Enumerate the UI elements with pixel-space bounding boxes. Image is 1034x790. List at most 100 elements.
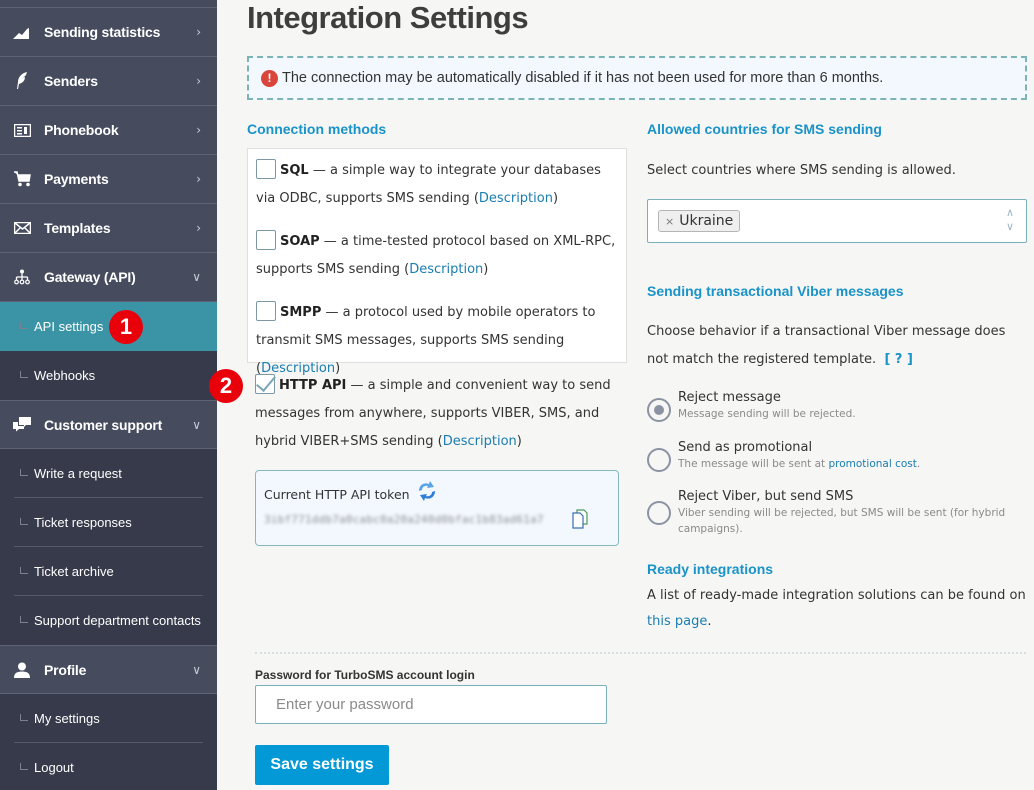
sidebar-item-phonebook[interactable]: Phonebook › bbox=[0, 106, 217, 155]
sidebar-subitem-my-settings[interactable]: My settings bbox=[0, 694, 217, 743]
ready-text: . bbox=[707, 614, 712, 629]
cart-icon bbox=[0, 171, 44, 187]
viber-description-text: Choose behavior if a transactional Viber… bbox=[647, 324, 1006, 367]
method-name: HTTP API bbox=[279, 378, 347, 393]
password-input[interactable] bbox=[255, 685, 607, 724]
http-api-checkbox[interactable] bbox=[255, 374, 275, 394]
description-link[interactable]: Description bbox=[409, 262, 483, 277]
chevron-right-icon: › bbox=[196, 25, 201, 39]
description-link[interactable]: Description bbox=[479, 191, 553, 206]
radio-reject-viber-send-sms[interactable] bbox=[647, 501, 671, 525]
radio-reject-message[interactable] bbox=[647, 398, 671, 422]
remove-tag-icon[interactable]: × bbox=[665, 215, 674, 228]
method-soap: SOAP — a time-tested protocol based on X… bbox=[256, 228, 618, 284]
sidebar-item-label: Phonebook bbox=[44, 122, 119, 138]
sidebar-subitem-label: My settings bbox=[34, 711, 100, 726]
viber-heading: Sending transactional Viber messages bbox=[647, 283, 904, 299]
envelope-icon bbox=[0, 222, 44, 234]
sidebar-item-label: Payments bbox=[44, 171, 109, 187]
tree-corner-icon bbox=[20, 616, 28, 623]
tree-corner-icon bbox=[20, 371, 28, 378]
sidebar-item-senders[interactable]: Senders › bbox=[0, 57, 217, 106]
chat-icon bbox=[0, 417, 44, 432]
refresh-token-icon[interactable] bbox=[416, 480, 438, 502]
sidebar-item-label: Gateway (API) bbox=[44, 269, 136, 285]
sidebar-item-gateway-api[interactable]: Gateway (API) ∨ bbox=[0, 253, 217, 302]
chevron-down-icon: ∨ bbox=[192, 417, 201, 432]
option-desc: Viber sending will be rejected, but SMS … bbox=[678, 507, 1006, 535]
tree-corner-icon bbox=[20, 322, 28, 329]
sidebar-subitem-logout[interactable]: Logout bbox=[0, 743, 217, 790]
help-link[interactable]: [ ? ] bbox=[884, 352, 912, 367]
chevron-right-icon: › bbox=[196, 172, 201, 186]
option-reject-message[interactable]: Reject message Message sending will be r… bbox=[647, 390, 856, 422]
annotation-badge-1: 1 bbox=[109, 310, 143, 344]
countries-select[interactable]: × Ukraine ∧ ∨ bbox=[647, 199, 1027, 243]
feather-icon bbox=[0, 72, 44, 90]
this-page-link[interactable]: this page bbox=[647, 614, 707, 629]
sidebar-item-customer-support[interactable]: Customer support ∨ bbox=[0, 400, 217, 449]
tree-corner-icon bbox=[20, 714, 28, 721]
sidebar-subitem-webhooks[interactable]: Webhooks bbox=[0, 351, 217, 400]
sidebar-subitem-api-settings[interactable]: API settings 1 bbox=[0, 302, 217, 351]
annotation-badge-2: 2 bbox=[209, 369, 243, 403]
tree-corner-icon bbox=[20, 518, 28, 525]
radio-send-promotional[interactable] bbox=[647, 448, 671, 472]
ready-integrations-heading: Ready integrations bbox=[647, 561, 774, 577]
countries-heading: Allowed countries for SMS sending bbox=[647, 121, 882, 137]
country-tag-label: Ukraine bbox=[679, 213, 734, 229]
copy-icon[interactable] bbox=[570, 509, 590, 529]
api-token-box: Current HTTP API token 3ibf771ddb7a0cabc… bbox=[255, 470, 619, 546]
method-smpp: SMPP — a protocol used by mobile operato… bbox=[256, 299, 618, 383]
method-http-api: HTTP API — a simple and convenient way t… bbox=[255, 372, 627, 456]
description-link[interactable]: Description bbox=[443, 434, 517, 449]
tree-corner-icon bbox=[20, 469, 28, 476]
paren: ) bbox=[552, 191, 559, 206]
sidebar-item-label: Profile bbox=[44, 661, 87, 678]
exclamation-icon: ! bbox=[261, 69, 278, 87]
sidebar-subitem-label: API settings bbox=[34, 319, 104, 334]
save-settings-button[interactable]: Save settings bbox=[255, 745, 389, 785]
sidebar-subitem-label: Ticket responses bbox=[34, 515, 132, 530]
ready-integrations-text: A list of ready-made integration solutio… bbox=[647, 583, 1027, 635]
chart-icon bbox=[0, 25, 44, 39]
promotional-cost-link[interactable]: promotional cost bbox=[828, 458, 916, 470]
method-name: SQL bbox=[280, 163, 309, 178]
option-reject-viber-send-sms[interactable]: Reject Viber, but send SMS Viber sending… bbox=[647, 489, 1017, 537]
main-content: Integration Settings ! The connection ma… bbox=[209, 0, 1034, 790]
alert-text: The connection may be automatically disa… bbox=[282, 70, 884, 86]
sidebar-subitem-support-contacts[interactable]: Support department contacts bbox=[0, 596, 217, 645]
sidebar-item-payments[interactable]: Payments › bbox=[0, 155, 217, 204]
chevron-right-icon: › bbox=[196, 123, 201, 137]
chevron-down-icon: ∨ bbox=[192, 270, 201, 284]
contact-card-icon bbox=[0, 123, 44, 137]
connection-methods-box: SQL — a simple way to integrate your dat… bbox=[247, 148, 627, 376]
sidebar-subitem-ticket-responses[interactable]: Ticket responses bbox=[0, 498, 217, 547]
option-title: Send as promotional bbox=[678, 440, 813, 455]
method-name: SMPP bbox=[280, 305, 322, 320]
paren: ) bbox=[483, 262, 489, 277]
viber-description: Choose behavior if a transactional Viber… bbox=[647, 318, 1017, 374]
select-arrows-icon: ∧ ∨ bbox=[1005, 206, 1014, 233]
sidebar-item-sending-statistics[interactable]: Sending statistics › bbox=[0, 8, 217, 57]
soap-checkbox[interactable] bbox=[256, 230, 276, 250]
connection-methods-heading: Connection methods bbox=[247, 121, 387, 137]
password-label: Password for TurboSMS account login bbox=[255, 668, 475, 682]
option-desc: The message will be sent at promotional … bbox=[678, 456, 920, 472]
option-desc: Message sending will be rejected. bbox=[678, 408, 856, 420]
sidebar-subitem-write-request[interactable]: Write a request bbox=[0, 449, 217, 498]
sql-checkbox[interactable] bbox=[256, 159, 276, 179]
sidebar-item-label: Customer support bbox=[44, 416, 163, 433]
desc-text: . bbox=[916, 458, 921, 470]
sidebar-item-templates[interactable]: Templates › bbox=[0, 204, 217, 253]
section-divider bbox=[255, 652, 1026, 654]
smpp-checkbox[interactable] bbox=[256, 301, 276, 321]
sidebar-subitem-ticket-archive[interactable]: Ticket archive bbox=[0, 547, 217, 596]
sidebar-subitem-label: Write a request bbox=[34, 466, 122, 481]
sidebar-subitem-label: Support department contacts bbox=[34, 613, 201, 628]
sidebar-subitem-label: Ticket archive bbox=[34, 564, 114, 579]
sidebar-item-profile[interactable]: Profile ∨ bbox=[0, 645, 217, 694]
network-icon bbox=[0, 269, 44, 285]
option-send-promotional[interactable]: Send as promotional The message will be … bbox=[647, 440, 920, 472]
tree-corner-icon bbox=[20, 763, 28, 770]
